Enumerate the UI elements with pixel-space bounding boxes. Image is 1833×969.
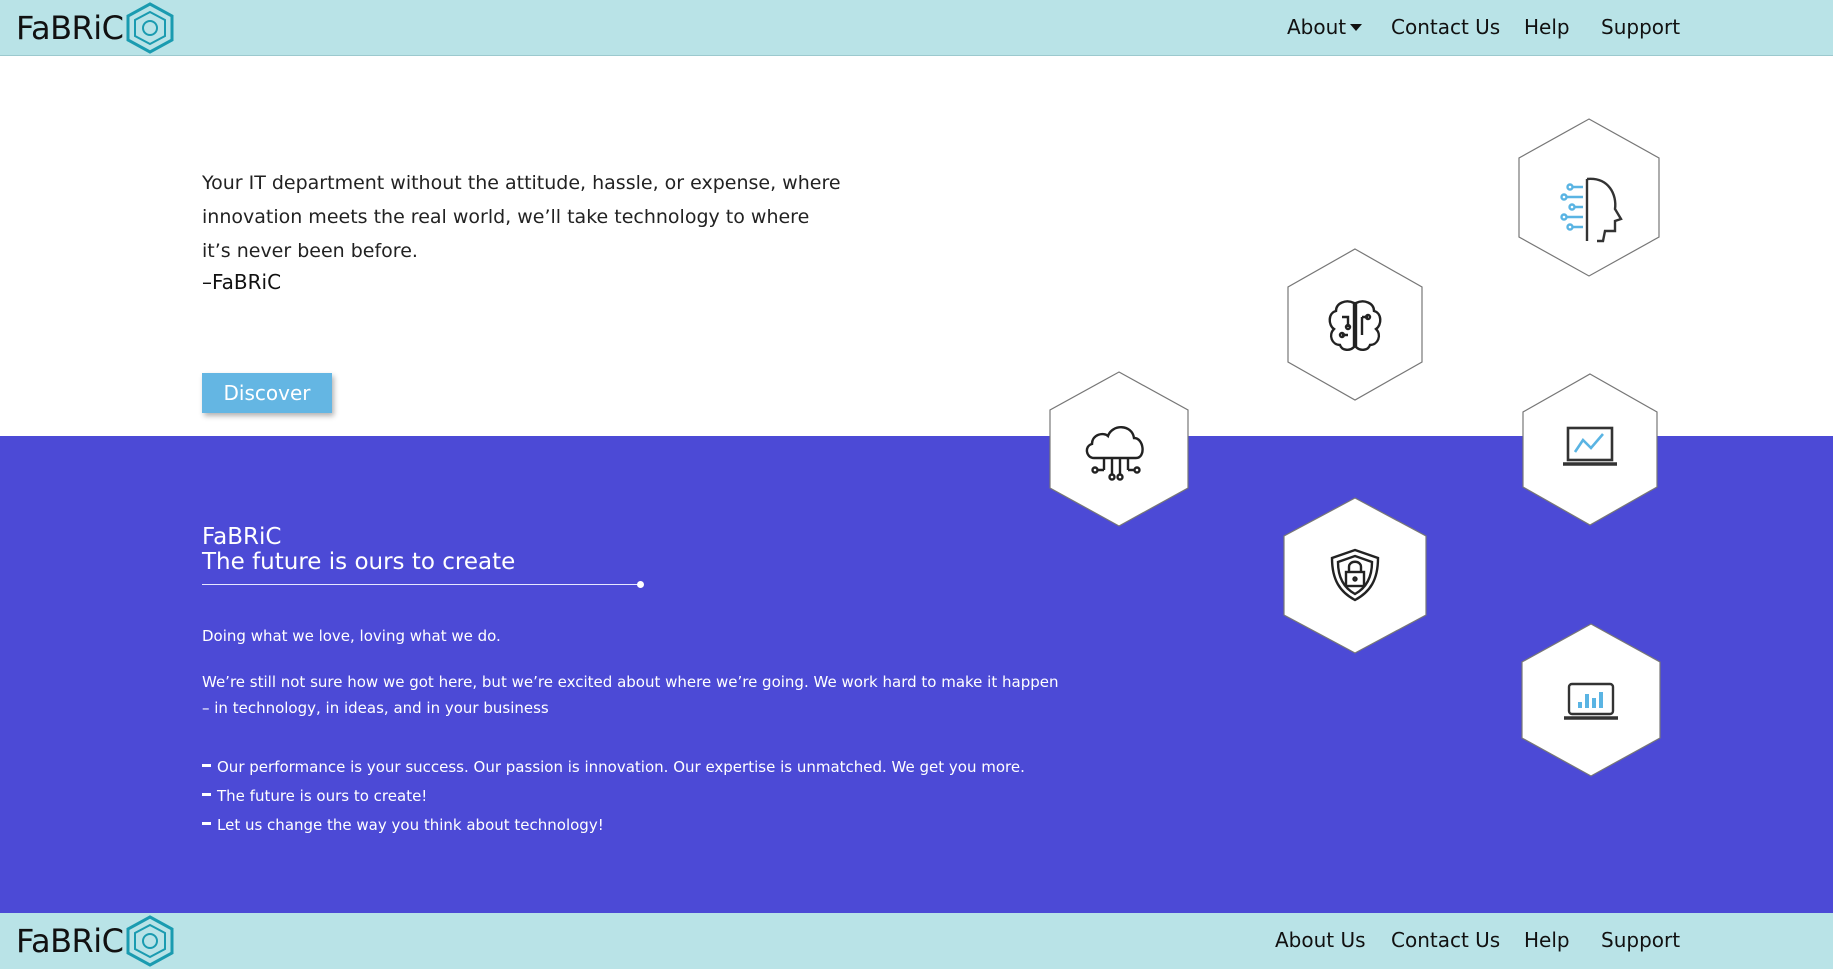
list-item: Our performance is your success. Our pas… [202, 756, 1025, 785]
hex-tile-cloud [1049, 371, 1189, 527]
discover-button[interactable]: Discover [202, 373, 332, 413]
hex-tile-brain [1287, 248, 1423, 401]
footer-nav-help[interactable]: Help [1524, 928, 1570, 952]
band-subtitle: The future is ours to create [202, 549, 516, 575]
band-title: FaBRiC [202, 524, 282, 550]
footer-logo-text: FaBRiC [16, 922, 124, 960]
footer: FaBRiC About Us Contact Us Help Support [0, 913, 1833, 969]
nav-help[interactable]: Help [1524, 15, 1570, 39]
list-item: The future is ours to create! [202, 785, 1025, 814]
logo[interactable]: FaBRiC [16, 2, 174, 54]
footer-nav-support[interactable]: Support [1601, 928, 1680, 952]
hex-tile-reports [1521, 623, 1661, 777]
logo-hex-icon [126, 2, 174, 54]
footer-logo[interactable]: FaBRiC [16, 915, 174, 967]
footer-nav-about-us[interactable]: About Us [1275, 928, 1366, 952]
hex-tile-analytics [1522, 373, 1658, 526]
logo-text: FaBRiC [16, 9, 124, 47]
hero-quote: Your IT department without the attitude,… [202, 172, 841, 262]
nav-about[interactable]: About [1287, 15, 1363, 39]
footer-nav-contact-us[interactable]: Contact Us [1391, 928, 1500, 952]
nav-about-label: About [1287, 15, 1347, 39]
top-navbar: FaBRiC About Contact Us Help Support [0, 0, 1833, 56]
logo-hex-icon [126, 915, 174, 967]
nav-support[interactable]: Support [1601, 15, 1680, 39]
band-paragraph-1: Doing what we love, loving what we do. [202, 627, 501, 645]
hex-tile-security [1283, 497, 1427, 654]
band-bullet-list: Our performance is your success. Our pas… [202, 756, 1025, 843]
title-divider [202, 584, 642, 585]
list-item: Let us change the way you think about te… [202, 814, 1025, 843]
divider-dot [637, 581, 644, 588]
band-paragraph-2: We’re still not sure how we got here, bu… [202, 673, 1059, 717]
nav-contact-us[interactable]: Contact Us [1391, 15, 1500, 39]
hex-tile-ai [1518, 118, 1660, 277]
hero-signature: –FaBRiC [202, 270, 282, 294]
caret-down-icon [1350, 24, 1363, 31]
